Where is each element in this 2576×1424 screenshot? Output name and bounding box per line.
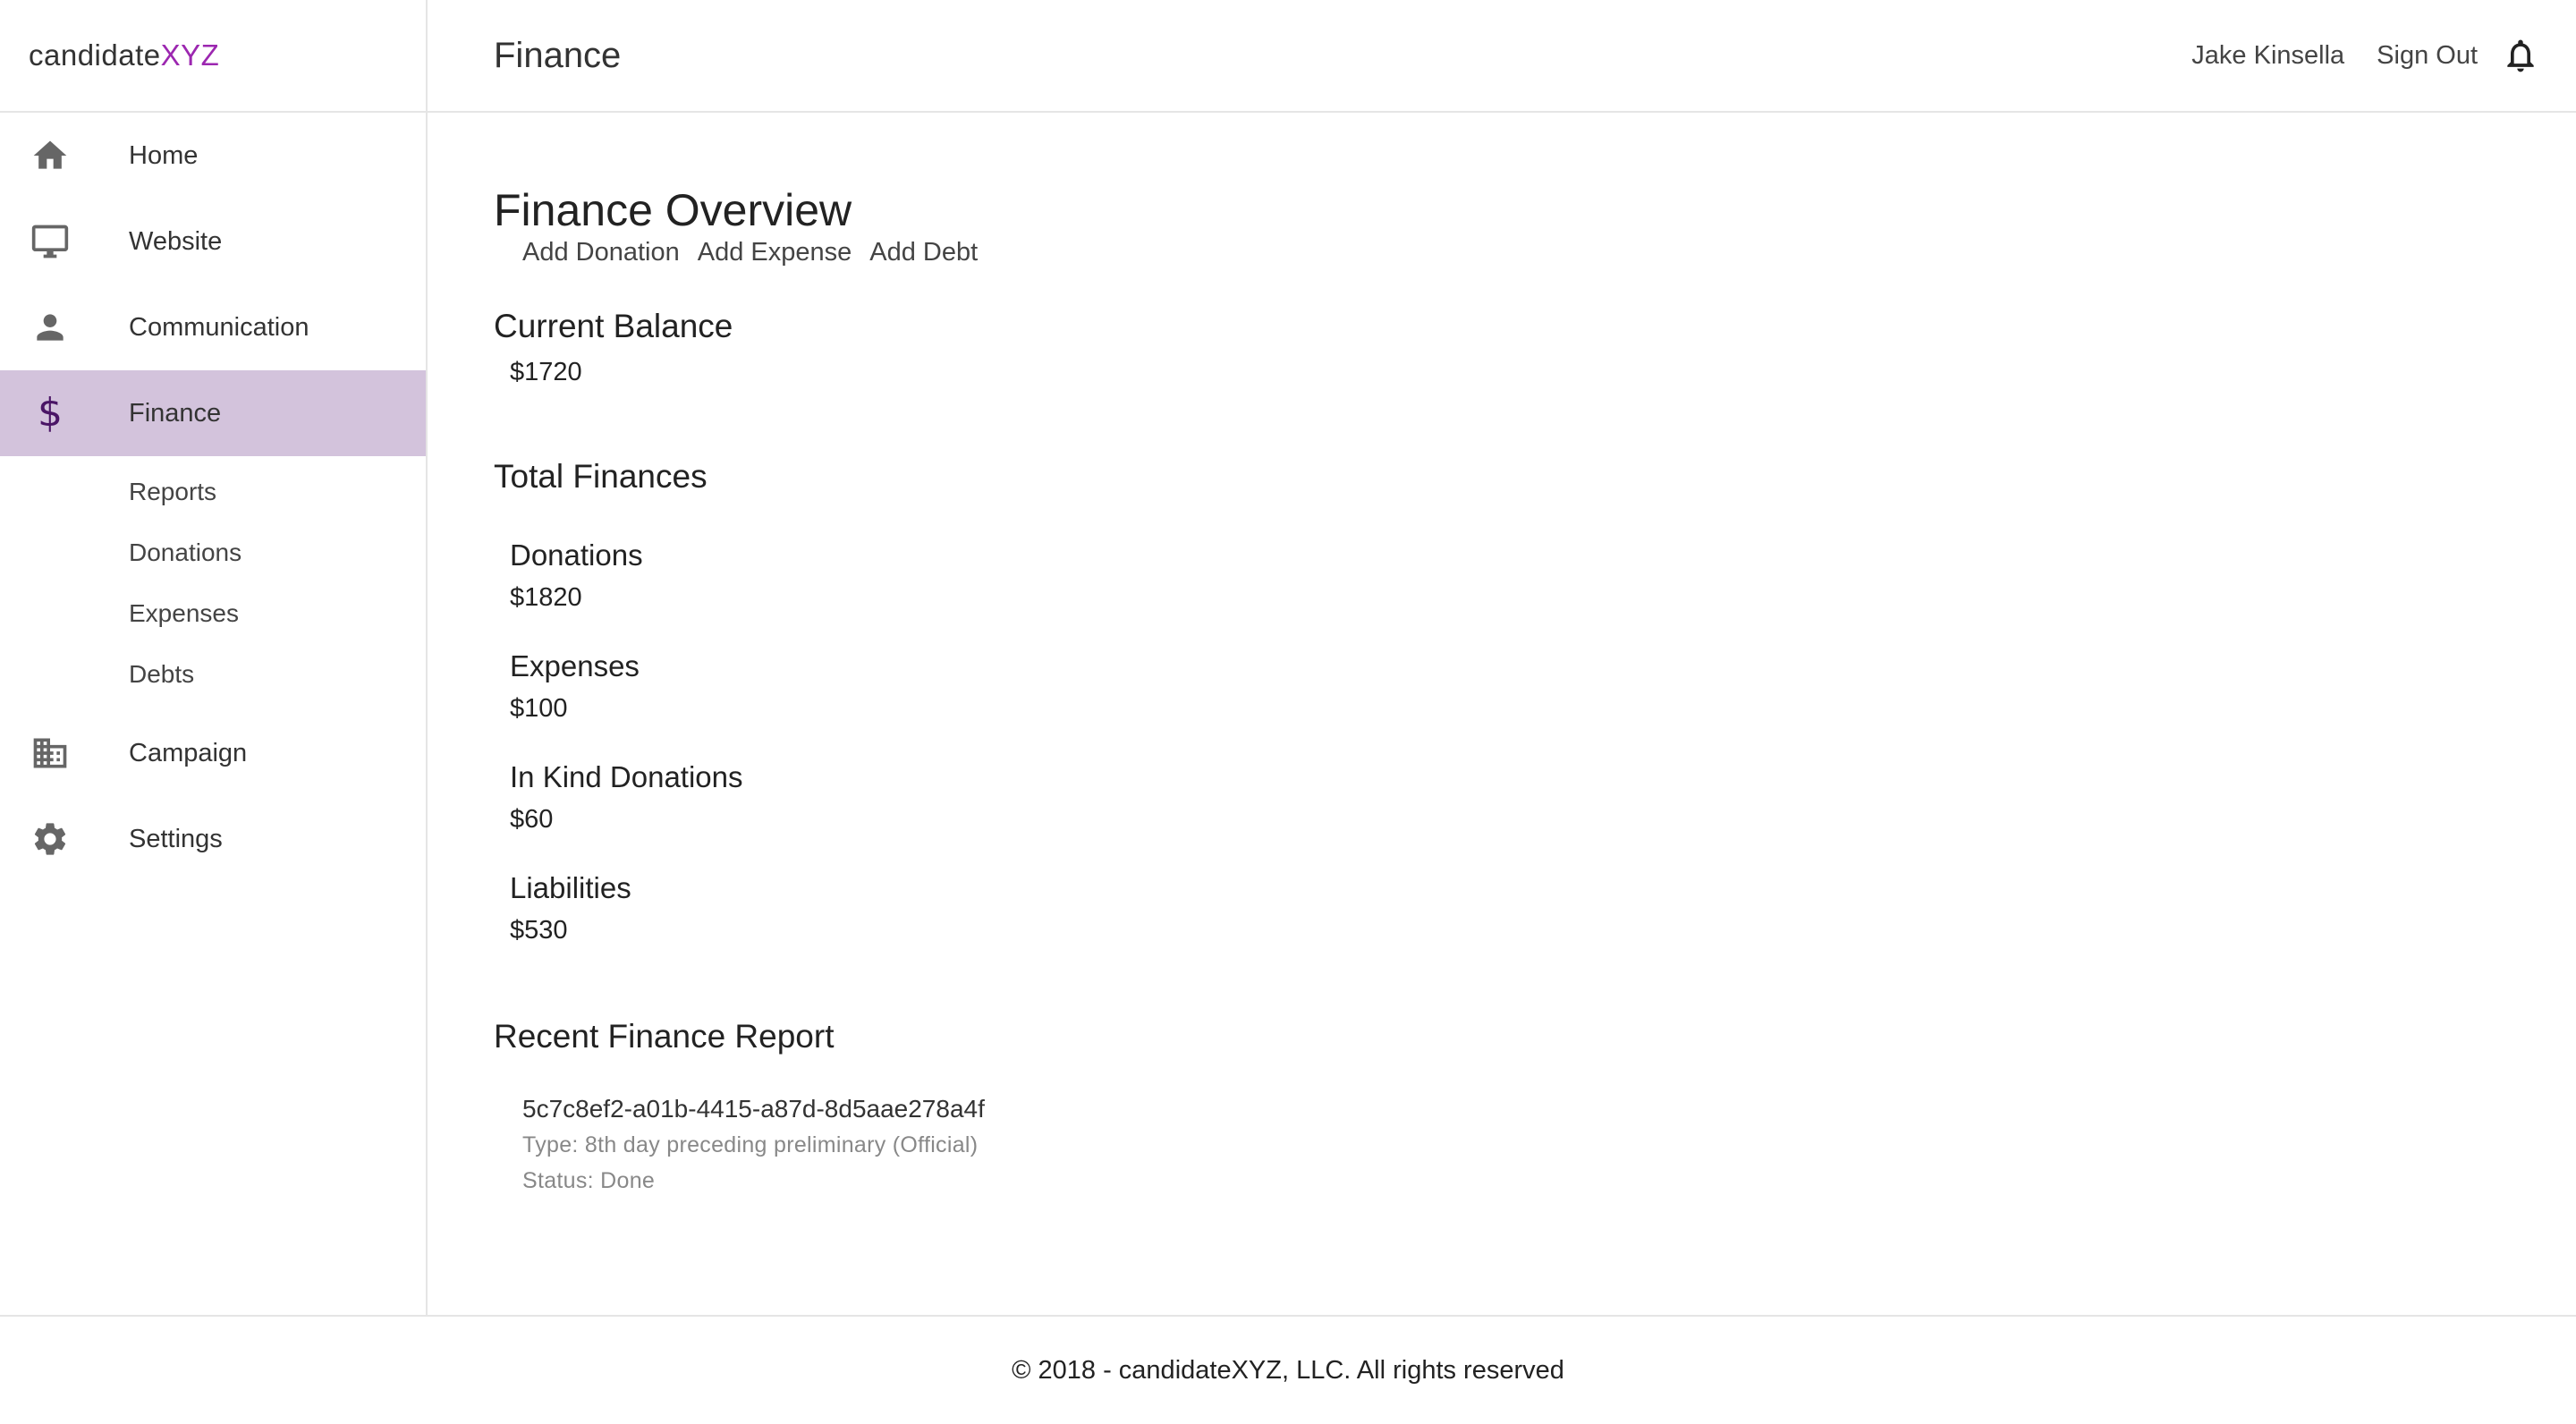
- sidebar-item-label: Finance: [129, 398, 222, 428]
- liabilities-value: $530: [510, 916, 568, 945]
- sidebar-item-settings[interactable]: Settings: [0, 796, 426, 882]
- header-user-area: Jake Kinsella Sign Out: [2191, 36, 2540, 75]
- sidebar-nav: Home Website Communication $ Finance Rep…: [0, 113, 426, 882]
- brand-logo[interactable]: candidate XYZ: [0, 0, 426, 113]
- total-finances-title: Total Finances: [494, 458, 708, 495]
- footer: © 2018 - candidateXYZ, LLC. All rights r…: [0, 1315, 2576, 1424]
- user-name[interactable]: Jake Kinsella: [2191, 41, 2344, 71]
- sidebar-item-label: Settings: [129, 824, 223, 853]
- sidebar-subitem-debts[interactable]: Debts: [0, 644, 426, 705]
- monitor-icon: [30, 222, 70, 261]
- report-type: Type: 8th day preceding preliminary (Off…: [522, 1132, 979, 1157]
- sidebar-item-label: Campaign: [129, 738, 248, 767]
- bell-icon[interactable]: [2501, 36, 2540, 75]
- building-icon: [30, 733, 70, 773]
- expenses-value: $100: [510, 694, 568, 723]
- sidebar-item-label: Communication: [129, 312, 309, 342]
- add-expense-button[interactable]: Add Expense: [698, 238, 852, 267]
- sidebar-item-campaign[interactable]: Campaign: [0, 710, 426, 796]
- current-balance-title: Current Balance: [494, 308, 733, 344]
- finance-subnav: Reports Donations Expenses Debts: [0, 456, 426, 705]
- home-icon: [30, 136, 70, 175]
- sign-out-button[interactable]: Sign Out: [2377, 41, 2478, 71]
- sidebar-subitem-expenses[interactable]: Expenses: [0, 583, 426, 644]
- person-icon: [30, 308, 70, 347]
- in-kind-donations-value: $60: [510, 805, 554, 834]
- sidebar-item-communication[interactable]: Communication: [0, 284, 426, 370]
- sidebar: candidate XYZ Home Website Communication …: [0, 0, 428, 1315]
- brand-name-prefix: candidate: [29, 38, 161, 72]
- in-kind-donations-label: In Kind Donations: [510, 760, 743, 793]
- recent-finance-report-title: Recent Finance Report: [494, 1018, 835, 1055]
- sidebar-subitem-reports[interactable]: Reports: [0, 462, 426, 522]
- donations-label: Donations: [510, 538, 643, 572]
- finance-overview-title: Finance Overview: [494, 185, 852, 235]
- add-donation-button[interactable]: Add Donation: [522, 238, 680, 267]
- liabilities-label: Liabilities: [510, 871, 631, 904]
- finance-actions: Add Donation Add Expense Add Debt: [522, 238, 978, 267]
- report-id-link[interactable]: 5c7c8ef2-a01b-4415-a87d-8d5aae278a4f: [522, 1095, 985, 1123]
- sidebar-item-finance[interactable]: $ Finance: [0, 370, 426, 456]
- dollar-icon: $: [38, 390, 63, 436]
- sidebar-item-label: Home: [129, 140, 199, 170]
- top-header: Finance Jake Kinsella Sign Out: [428, 0, 2576, 113]
- gear-icon: [30, 819, 70, 859]
- add-debt-button[interactable]: Add Debt: [869, 238, 978, 267]
- sidebar-item-home[interactable]: Home: [0, 113, 426, 199]
- report-status: Status: Done: [522, 1168, 656, 1193]
- sidebar-subitem-donations[interactable]: Donations: [0, 522, 426, 583]
- current-balance-value: $1720: [510, 358, 582, 386]
- sidebar-item-website[interactable]: Website: [0, 199, 426, 284]
- brand-name-accent: XYZ: [160, 38, 220, 72]
- expenses-label: Expenses: [510, 649, 640, 682]
- sidebar-item-label: Website: [129, 226, 223, 256]
- page-title: Finance: [494, 35, 622, 75]
- footer-copyright: © 2018 - candidateXYZ, LLC. All rights r…: [1012, 1355, 1564, 1385]
- donations-value: $1820: [510, 583, 582, 612]
